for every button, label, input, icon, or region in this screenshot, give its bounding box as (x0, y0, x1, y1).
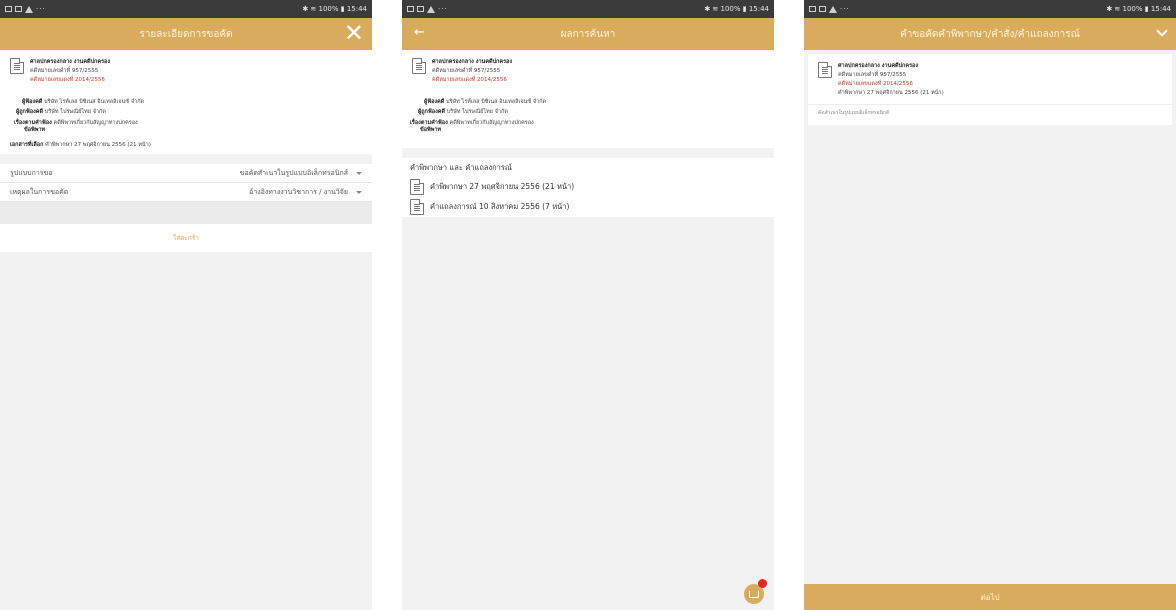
spacer (0, 202, 372, 224)
status-time: ✱ ≋ 100% ▮ 15:44 (302, 5, 367, 13)
document-row[interactable]: คำแถลงการณ์ 10 สิงหาคม 2556 (7 หน้า) (402, 197, 774, 217)
plaintiff: ผู้ฟ้องคดี บริษัท ไรท์เลส บิซิเนส อินเทล… (22, 99, 145, 105)
request-format-value: ขอคัดสำเนาในรูปแบบอิเล็กทรอนิกส์ (239, 168, 348, 177)
app-bar: ← ผลการค้นหา (402, 18, 774, 50)
page-title: คำขอคัดคำพิพากษา/คำสั่ง/คำแถลงการณ์ (900, 28, 1080, 40)
document-label: คำพิพากษา 27 พฤศจิกายน 2556 (21 หน้า) (430, 182, 575, 191)
app-bar: คำขอคัดคำพิพากษา/คำสั่ง/คำแถลงการณ์ (804, 18, 1176, 50)
document-label: คำแถลงการณ์ 10 สิงหาคม 2556 (7 หน้า) (430, 202, 570, 211)
dropdown-icon (356, 171, 362, 175)
subject: เรื่องตามคำฟ้อง คดีพิพาทเกี่ยวกับสัญญาทา… (410, 120, 534, 126)
black-case-number: คดีหมายเลขดำที่ 957/2555 (432, 68, 501, 74)
defendant: ผู้ถูกฟ้องคดี บริษัท ไปรษณีย์ไทย จำกัด (16, 109, 106, 115)
warning-icon (829, 5, 837, 13)
screen-search-results: ··· ✱ ≋ 100% ▮ 15:44 ← ผลการค้นหา ศาลปกค… (402, 0, 774, 610)
warning-icon (25, 5, 33, 13)
status-bar: ··· ✱ ≋ 100% ▮ 15:44 (402, 0, 774, 18)
court-name: ศาลปกครองกลาง งานคดีปกครอง (838, 63, 919, 69)
chevron-down-icon[interactable] (1156, 25, 1168, 37)
court-name: ศาลปกครองกลาง งานคดีปกครอง (30, 59, 111, 65)
next-button[interactable]: ต่อไป (804, 584, 1176, 610)
court-name: ศาลปกครองกลาง งานคดีปกครอง (432, 59, 513, 65)
selected-document: เอกสารที่เลือก คำพิพากษา 27 พฤศจิกายน 25… (10, 142, 151, 148)
warning-icon (427, 5, 435, 13)
case-card[interactable]: ศาลปกครองกลาง งานคดีปกครอง คดีหมายเลขดำท… (808, 54, 1172, 125)
page-title: รายละเอียดการขอคัด (139, 28, 233, 40)
section-title: คำพิพากษา และ คำแถลงการณ์ (402, 158, 774, 177)
case-card: ศาลปกครองกลาง งานคดีปกครอง คดีหมายเลขดำท… (402, 50, 774, 148)
subject-label-2: ข้อพิพาท (24, 127, 46, 133)
red-case-number: คดีหมายเลขแดงที่ 2014/2556 (838, 81, 913, 87)
add-to-cart-button[interactable]: ใส่ตะกร้า (0, 224, 372, 252)
image-icon (417, 6, 424, 12)
app-bar: รายละเอียดการขอคัด ✕ (0, 18, 372, 50)
request-format-text: คัดสำเนาในรูปแบบอิเล็กทรอนิกส์ (818, 110, 889, 116)
notification-icon (407, 6, 414, 12)
document-icon (410, 179, 424, 195)
screen-request-details: ··· ✱ ≋ 100% ▮ 15:44 รายละเอียดการขอคัด … (0, 0, 372, 610)
black-case-number: คดีหมายเลขดำที่ 957/2555 (30, 68, 99, 74)
status-time: ✱ ≋ 100% ▮ 15:44 (1106, 5, 1171, 13)
request-reason-value: อ้างอิงทางงานวิชาการ / งานวิจัย (249, 187, 348, 196)
close-icon[interactable]: ✕ (344, 21, 364, 45)
dropdown-icon (356, 190, 362, 194)
document-icon (412, 58, 426, 74)
document-icon (818, 62, 832, 78)
red-case-number: คดีหมายเลขแดงที่ 2014/2556 (432, 77, 507, 83)
request-format-select[interactable]: รูปแบบการขอ ขอคัดสำเนาในรูปแบบอิเล็กทรอน… (0, 164, 372, 183)
document-line: คำพิพากษา 27 พฤศจิกายน 2556 (21 หน้า) (838, 90, 944, 96)
back-arrow-icon[interactable]: ← (414, 25, 425, 40)
document-row[interactable]: คำพิพากษา 27 พฤศจิกายน 2556 (21 หน้า) (402, 177, 774, 197)
cart-badge (758, 579, 767, 588)
notification-icon (809, 6, 816, 12)
request-format-label: รูปแบบการขอ (10, 168, 53, 177)
screen-copy-request: ··· ✱ ≋ 100% ▮ 15:44 คำขอคัดคำพิพากษา/คำ… (804, 0, 1176, 610)
request-reason-label: เหตุผลในการขอคัด (10, 187, 69, 196)
image-icon (15, 6, 22, 12)
request-reason-select[interactable]: เหตุผลในการขอคัด อ้างอิงทางงานวิชาการ / … (0, 183, 372, 202)
defendant: ผู้ถูกฟ้องคดี บริษัท ไปรษณีย์ไทย จำกัด (418, 109, 508, 115)
notification-icon (5, 6, 12, 12)
status-time: ✱ ≋ 100% ▮ 15:44 (704, 5, 769, 13)
page-title: ผลการค้นหา (560, 28, 616, 40)
red-case-number: คดีหมายเลขแดงที่ 2014/2556 (30, 77, 105, 83)
status-bar: ··· ✱ ≋ 100% ▮ 15:44 (0, 0, 372, 18)
black-case-number: คดีหมายเลขดำที่ 957/2555 (838, 72, 907, 78)
status-bar: ··· ✱ ≋ 100% ▮ 15:44 (804, 0, 1176, 18)
document-icon (10, 58, 24, 74)
cart-icon (749, 591, 759, 598)
document-icon (410, 199, 424, 215)
subject: เรื่องตามคำฟ้อง คดีพิพาทเกี่ยวกับสัญญาทา… (14, 120, 138, 126)
subject-label-2: ข้อพิพาท (420, 127, 442, 133)
case-card: ศาลปกครองกลาง งานคดีปกครอง คดีหมายเลขดำท… (0, 50, 372, 154)
image-icon (819, 6, 826, 12)
plaintiff: ผู้ฟ้องคดี บริษัท ไรท์เลส บิซิเนส อินเทล… (424, 99, 547, 105)
